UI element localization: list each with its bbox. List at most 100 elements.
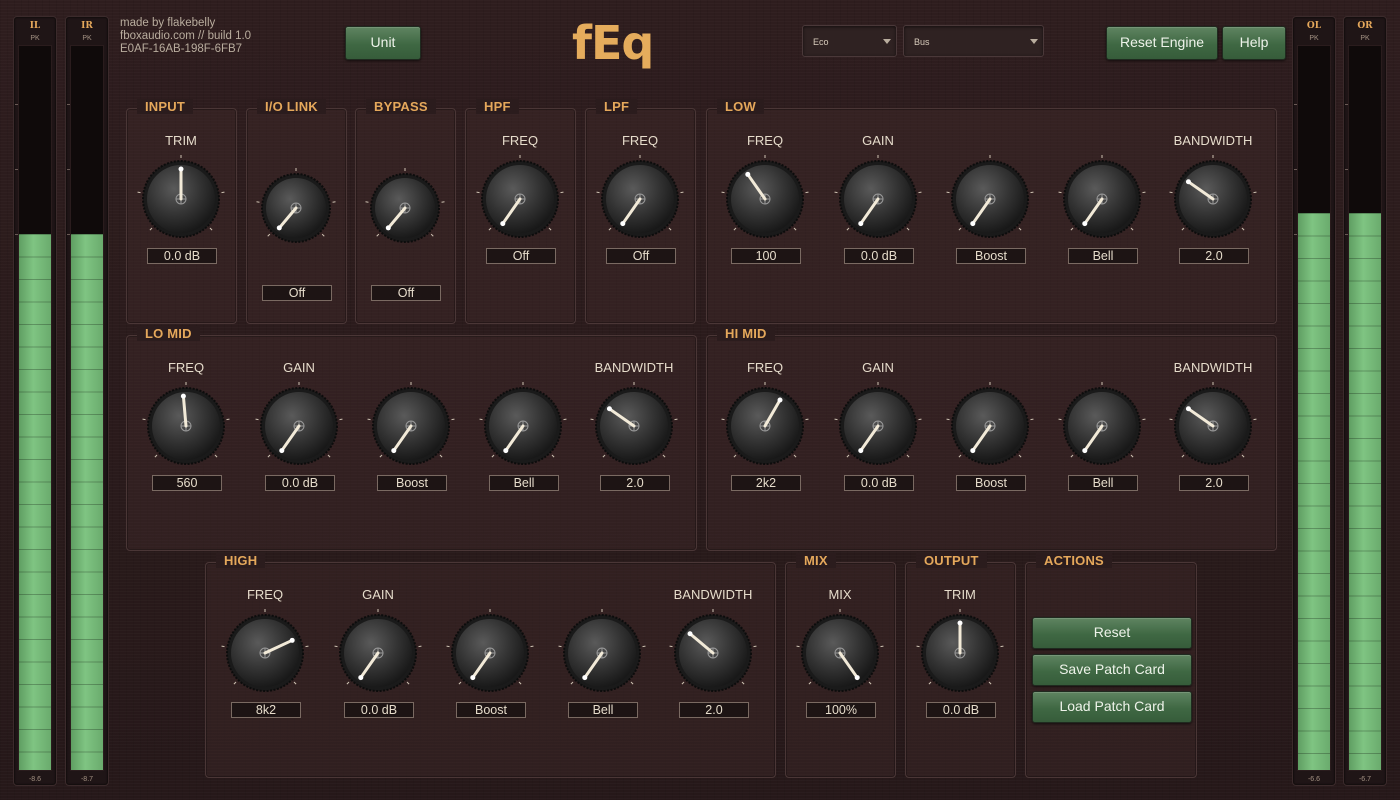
- high-bandwidth-knob[interactable]: [667, 607, 759, 699]
- hi-mid-bandwidth-value[interactable]: 2.0: [1179, 475, 1249, 491]
- load-patch-card-button[interactable]: Load Patch Card: [1032, 691, 1192, 723]
- meter-value: -6.7: [1358, 776, 1372, 783]
- meter-output-left: OL PK -6.6: [1292, 16, 1336, 786]
- low-freq-knob[interactable]: [719, 153, 811, 245]
- hi-mid-bandwidth-knob[interactable]: [1167, 380, 1259, 472]
- high-shape-knob[interactable]: [556, 607, 648, 699]
- panel-title: MIX: [796, 553, 836, 568]
- hi-mid-freq-label: FREQ: [746, 360, 784, 375]
- lo-mid-bandwidth-value[interactable]: 2.0: [600, 475, 670, 491]
- low-shape-knob[interactable]: [1056, 153, 1148, 245]
- mode-select[interactable]: Bus: [903, 25, 1044, 57]
- high-freq-label: FREQ: [246, 587, 284, 602]
- lpf-freq-value[interactable]: Off: [606, 248, 676, 264]
- panel-title: OUTPUT: [916, 553, 987, 568]
- input-trim-label: TRIM: [165, 133, 197, 148]
- meter-label: IL: [29, 21, 41, 31]
- lo-mid-shape-value[interactable]: Bell: [489, 475, 559, 491]
- lpf-freq-label: FREQ: [621, 133, 659, 148]
- meter-tick: [1294, 169, 1297, 171]
- reset-engine-button[interactable]: Reset Engine: [1106, 26, 1218, 60]
- high-freq-value[interactable]: 8k2: [231, 702, 301, 718]
- bypass-knob[interactable]: [363, 166, 447, 250]
- lo-mid-freq-knob[interactable]: [140, 380, 232, 472]
- meter-tick: [1345, 234, 1348, 236]
- lo-mid-gain-value[interactable]: 0.0 dB: [265, 475, 335, 491]
- panel-title: HPF: [476, 99, 519, 114]
- meter-tick: [15, 234, 18, 236]
- low-bandwidth-knob[interactable]: [1167, 153, 1259, 245]
- hpf-freq-knob[interactable]: [474, 153, 566, 245]
- hi-mid-gain-value[interactable]: 0.0 dB: [844, 475, 914, 491]
- hpf-freq-value[interactable]: Off: [486, 248, 556, 264]
- low-type-value[interactable]: Boost: [956, 248, 1026, 264]
- input-trim-value[interactable]: 0.0 dB: [147, 248, 217, 264]
- hi-mid-freq-knob[interactable]: [719, 380, 811, 472]
- hi-mid-type-value[interactable]: Boost: [956, 475, 1026, 491]
- hi-mid-shape-knob[interactable]: [1056, 380, 1148, 472]
- meter-peak-label: PK: [82, 35, 92, 42]
- mix-value[interactable]: 100%: [806, 702, 876, 718]
- low-gain-value[interactable]: 0.0 dB: [844, 248, 914, 264]
- bypass-value[interactable]: Off: [371, 285, 441, 301]
- meter-tick: [1345, 169, 1348, 171]
- panel-title: HIGH: [216, 553, 266, 568]
- meter-output-right: OR PK -6.7: [1343, 16, 1387, 786]
- serial-text: E0AF-16AB-198F-6FB7: [120, 43, 243, 55]
- meter-label: IR: [81, 21, 93, 31]
- hpf-freq-label: FREQ: [501, 133, 539, 148]
- reset-button[interactable]: Reset: [1032, 617, 1192, 649]
- save-patch-card-button[interactable]: Save Patch Card: [1032, 654, 1192, 686]
- low-gain-knob[interactable]: [832, 153, 924, 245]
- hi-mid-shape-value[interactable]: Bell: [1068, 475, 1138, 491]
- lpf-freq-knob[interactable]: [594, 153, 686, 245]
- low-bandwidth-label: BANDWIDTH: [1173, 133, 1253, 148]
- hi-mid-gain-knob[interactable]: [832, 380, 924, 472]
- high-shape-value[interactable]: Bell: [568, 702, 638, 718]
- panel-title: LOW: [717, 99, 764, 114]
- meter-label: OR: [1357, 21, 1373, 31]
- panel-title: LPF: [596, 99, 638, 114]
- lo-mid-freq-label: FREQ: [167, 360, 205, 375]
- io-link-value[interactable]: Off: [262, 285, 332, 301]
- output-trim-value[interactable]: 0.0 dB: [926, 702, 996, 718]
- low-freq-label: FREQ: [746, 133, 784, 148]
- meter-fill: [1298, 212, 1330, 770]
- low-bandwidth-value[interactable]: 2.0: [1179, 248, 1249, 264]
- lo-mid-freq-value[interactable]: 560: [152, 475, 222, 491]
- help-button[interactable]: Help: [1222, 26, 1286, 60]
- meter-tick: [15, 169, 18, 171]
- meter-fill: [19, 234, 51, 770]
- high-bandwidth-value[interactable]: 2.0: [679, 702, 749, 718]
- mix-knob[interactable]: [794, 607, 886, 699]
- hi-mid-freq-value[interactable]: 2k2: [731, 475, 801, 491]
- lo-mid-type-knob[interactable]: [365, 380, 457, 472]
- meter-value: -8.6: [28, 776, 42, 783]
- unit-button[interactable]: Unit: [345, 26, 421, 60]
- low-shape-value[interactable]: Bell: [1068, 248, 1138, 264]
- high-gain-value[interactable]: 0.0 dB: [344, 702, 414, 718]
- lo-mid-bandwidth-knob[interactable]: [588, 380, 680, 472]
- io-link-knob[interactable]: [254, 166, 338, 250]
- lo-mid-type-value[interactable]: Boost: [377, 475, 447, 491]
- chevron-down-icon: [883, 39, 891, 44]
- high-bandwidth-label: BANDWIDTH: [673, 587, 753, 602]
- high-gain-knob[interactable]: [332, 607, 424, 699]
- high-freq-knob[interactable]: [219, 607, 311, 699]
- quality-select[interactable]: Eco: [802, 25, 897, 57]
- lo-mid-gain-knob[interactable]: [253, 380, 345, 472]
- header-info: made by flakebelly fboxaudio.com // buil…: [120, 17, 251, 56]
- meter-peak-label: PK: [30, 35, 40, 42]
- high-type-knob[interactable]: [444, 607, 536, 699]
- low-type-knob[interactable]: [944, 153, 1036, 245]
- meter-label: OL: [1306, 21, 1322, 31]
- hi-mid-type-knob[interactable]: [944, 380, 1036, 472]
- lo-mid-shape-knob[interactable]: [477, 380, 569, 472]
- lo-mid-gain-label: GAIN: [283, 360, 315, 375]
- panel-title: ACTIONS: [1036, 553, 1112, 568]
- input-trim-knob[interactable]: [135, 153, 227, 245]
- high-type-value[interactable]: Boost: [456, 702, 526, 718]
- meter-fill: [71, 234, 103, 770]
- low-freq-value[interactable]: 100: [731, 248, 801, 264]
- output-trim-knob[interactable]: [914, 607, 1006, 699]
